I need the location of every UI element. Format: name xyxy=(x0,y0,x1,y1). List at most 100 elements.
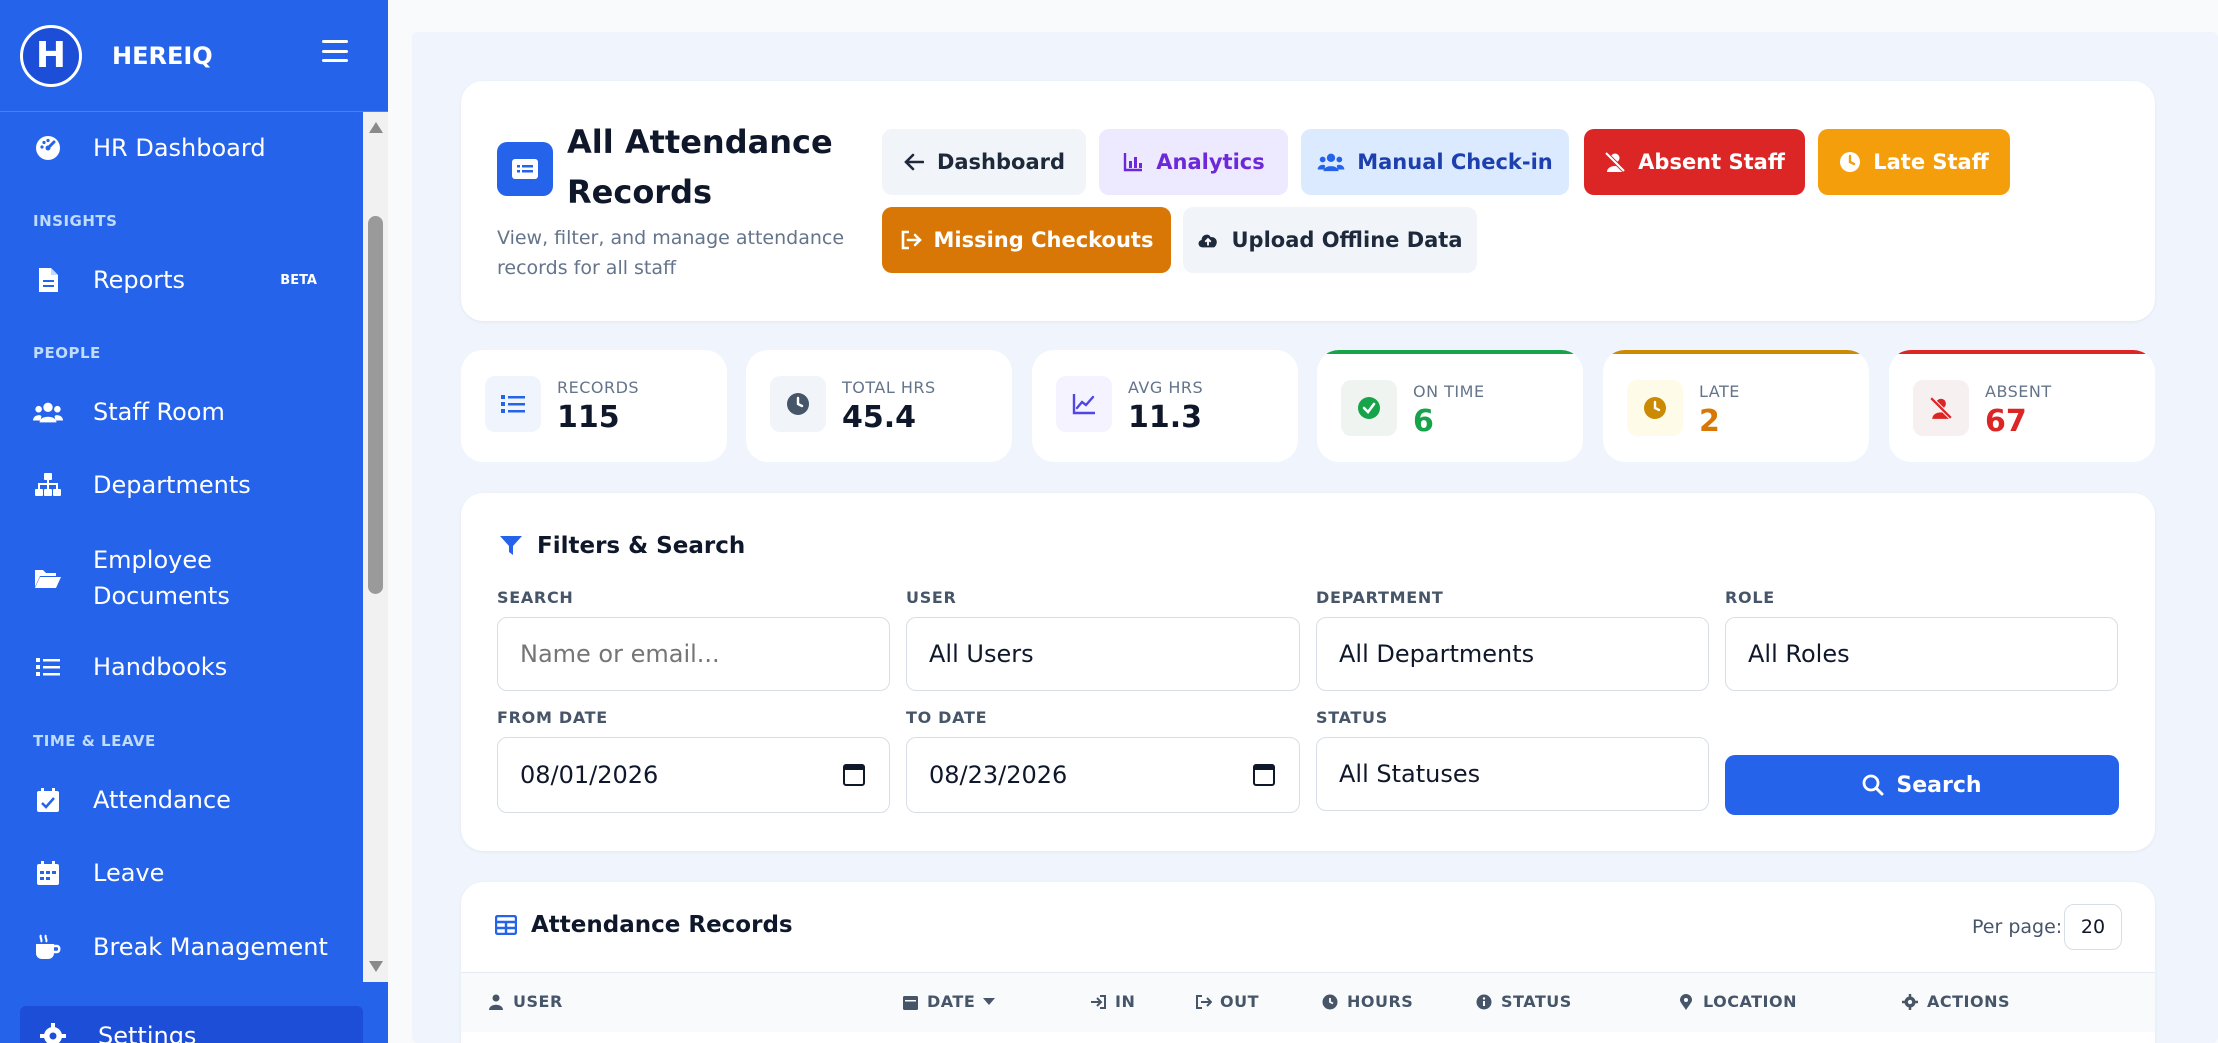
sidebar-item-settings[interactable]: Settings xyxy=(20,1006,363,1043)
to-date-input[interactable]: 08/23/2026 xyxy=(906,737,1300,813)
sidebar-item-handbooks[interactable]: Handbooks xyxy=(0,649,363,685)
page-subtitle: View, filter, and manage attendance reco… xyxy=(497,227,845,279)
late-staff-button[interactable]: Late Staff xyxy=(1818,129,2010,195)
column-header-date[interactable]: DATE xyxy=(901,992,996,1011)
column-header-location[interactable]: LOCATION xyxy=(1677,992,1797,1011)
manual-checkin-button[interactable]: Manual Check-in xyxy=(1301,129,1569,195)
table-header: USER DATE IN OUT HOURS STATUS LOCATION A… xyxy=(461,972,2155,1032)
column-header-out[interactable]: OUT xyxy=(1194,992,1259,1011)
department-label: DEPARTMENT xyxy=(1316,588,1444,607)
analytics-button[interactable]: Analytics xyxy=(1099,129,1288,195)
sign-out-icon xyxy=(900,229,922,251)
scrollbar-thumb[interactable] xyxy=(368,216,383,594)
column-label: STATUS xyxy=(1501,992,1572,1011)
column-header-in[interactable]: IN xyxy=(1089,992,1135,1011)
calendar-icon xyxy=(901,993,919,1011)
gear-icon xyxy=(1901,993,1919,1011)
stat-value: 115 xyxy=(557,400,620,435)
sidebar-item-employee-documents[interactable]: Employee Documents xyxy=(0,542,363,614)
stat-label: ON TIME xyxy=(1413,382,1485,401)
status-select[interactable]: All Statuses xyxy=(1316,737,1709,811)
search-button[interactable]: Search xyxy=(1725,755,2119,815)
per-page-select[interactable]: 20 xyxy=(2064,904,2122,950)
dashboard-button[interactable]: Dashboard xyxy=(882,129,1086,195)
sign-out-icon xyxy=(1194,993,1212,1011)
column-header-status[interactable]: STATUS xyxy=(1475,992,1572,1011)
search-icon xyxy=(1862,774,1884,796)
sidebar-item-label: Leave xyxy=(93,859,165,887)
sidebar-item-label: Break Management xyxy=(93,933,328,961)
sidebar-item-break-management[interactable]: Break Management xyxy=(0,929,363,965)
per-page-label: Per page: xyxy=(1972,916,2063,938)
sign-in-icon xyxy=(1089,993,1107,1011)
column-label: OUT xyxy=(1220,992,1260,1011)
sidebar-item-reports[interactable]: Reports BETA xyxy=(0,262,363,298)
sidebar-item-staff-room[interactable]: Staff Room xyxy=(0,394,363,430)
scroll-up-arrow-icon[interactable] xyxy=(369,122,383,133)
info-circle-icon xyxy=(1475,993,1493,1011)
upload-offline-data-button[interactable]: Upload Offline Data xyxy=(1183,207,1477,273)
filters-title: Filters & Search xyxy=(499,533,745,559)
filters-card: Filters & Search SEARCH USER All Users D… xyxy=(461,493,2155,851)
map-pin-icon xyxy=(1677,993,1695,1011)
page-header-card: All Attendance Records View, filter, and… xyxy=(461,81,2155,321)
sidebar: H HEREIQ HR Dashboard INSIGHTS Reports B… xyxy=(0,0,388,1043)
absent-staff-button[interactable]: Absent Staff xyxy=(1584,129,1805,195)
sidebar-item-attendance[interactable]: Attendance xyxy=(0,782,363,818)
stat-label: TOTAL HRS xyxy=(842,378,936,397)
user-select[interactable]: All Users xyxy=(906,617,1300,691)
cloud-upload-icon xyxy=(1197,229,1219,251)
user-icon xyxy=(487,993,505,1011)
gear-icon xyxy=(38,1021,68,1043)
sidebar-item-label: Attendance xyxy=(93,786,231,814)
search-button-label: Search xyxy=(1896,772,1982,798)
brand: H HEREIQ xyxy=(0,0,388,112)
stat-accent-bar xyxy=(1889,350,2155,354)
search-input[interactable] xyxy=(497,617,890,691)
stat-label: LATE xyxy=(1699,382,1740,401)
records-title: Attendance Records xyxy=(495,912,793,938)
sitemap-icon xyxy=(33,470,63,500)
sidebar-item-departments[interactable]: Departments xyxy=(0,467,363,503)
to-date-value: 08/23/2026 xyxy=(929,761,1068,789)
users-icon xyxy=(33,397,63,427)
menu-toggle-icon[interactable] xyxy=(322,40,348,62)
calendar-icon[interactable] xyxy=(843,764,865,786)
department-select[interactable]: All Departments xyxy=(1316,617,1709,691)
scroll-down-arrow-icon[interactable] xyxy=(369,961,383,972)
missing-checkouts-button[interactable]: Missing Checkouts xyxy=(882,207,1171,273)
upload-offline-data-button-label: Upload Offline Data xyxy=(1231,228,1463,252)
section-people: PEOPLE xyxy=(33,344,101,362)
column-header-hours[interactable]: HOURS xyxy=(1321,992,1413,1011)
dashboard-button-label: Dashboard xyxy=(936,150,1066,174)
stat-accent-bar xyxy=(1317,350,1583,354)
role-select[interactable]: All Roles xyxy=(1725,617,2118,691)
column-header-actions[interactable]: ACTIONS xyxy=(1901,992,2010,1011)
column-label: IN xyxy=(1115,992,1136,1011)
chart-bar-icon xyxy=(1122,151,1144,173)
sidebar-item-hr-dashboard[interactable]: HR Dashboard xyxy=(0,130,363,166)
column-header-user[interactable]: USER xyxy=(487,992,563,1011)
coffee-icon xyxy=(33,932,63,962)
sidebar-item-leave[interactable]: Leave xyxy=(0,855,363,891)
section-insights: INSIGHTS xyxy=(33,212,118,230)
table-icon xyxy=(495,915,517,935)
stat-value: 11.3 xyxy=(1128,400,1203,435)
sidebar-scrollbar[interactable] xyxy=(363,112,388,982)
stat-card-absent: ABSENT 67 xyxy=(1889,350,2155,462)
stat-accent-bar xyxy=(1603,350,1869,354)
sort-down-icon[interactable] xyxy=(983,997,996,1006)
to-date-label: TO DATE xyxy=(906,708,988,727)
late-staff-button-label: Late Staff xyxy=(1873,150,1989,174)
from-date-input[interactable]: 08/01/2026 xyxy=(497,737,890,813)
column-label: LOCATION xyxy=(1703,992,1797,1011)
user-label: USER xyxy=(906,588,957,607)
stat-card-avg-hours: AVG HRS 11.3 xyxy=(1032,350,1298,462)
column-label: USER xyxy=(513,992,563,1011)
app-name: HEREIQ xyxy=(112,41,213,70)
filter-icon xyxy=(499,535,523,557)
stat-card-on-time: ON TIME 6 xyxy=(1317,350,1583,462)
sidebar-item-label: Employee Documents xyxy=(93,546,230,610)
section-time-leave: TIME & LEAVE xyxy=(33,732,156,750)
calendar-icon[interactable] xyxy=(1253,764,1275,786)
